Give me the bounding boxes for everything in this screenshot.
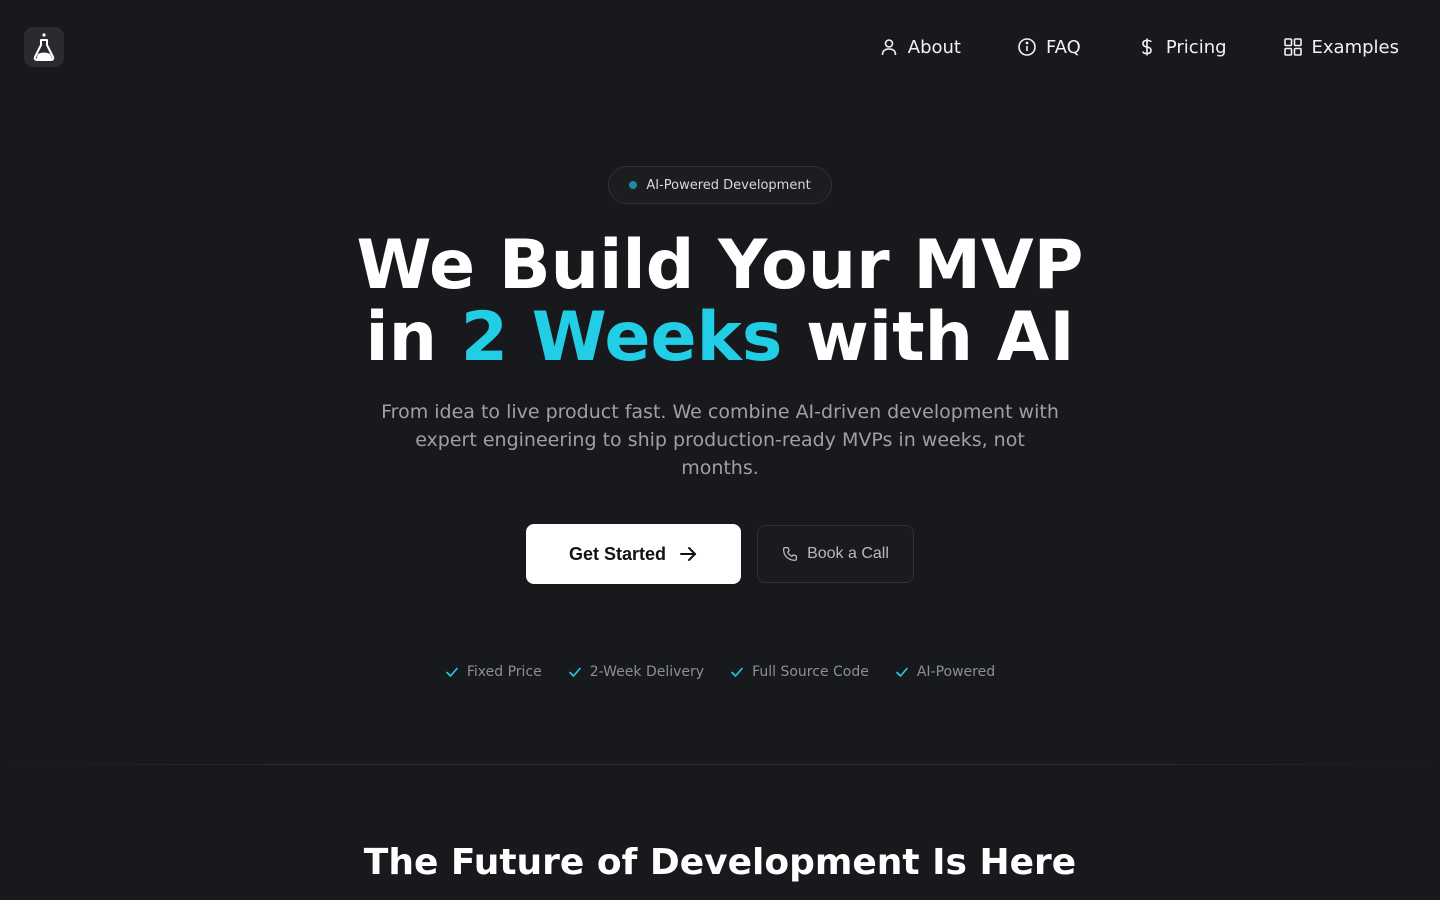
feature-item: 2-Week Delivery (568, 664, 704, 680)
feature-label: Full Source Code (752, 664, 869, 680)
book-call-button[interactable]: Book a Call (757, 525, 914, 583)
check-icon (568, 667, 581, 677)
get-started-label: Get Started (568, 543, 667, 564)
section-divider (0, 764, 1440, 765)
feature-label: AI-Powered (916, 664, 996, 680)
headline-accent: 2 Weeks (460, 298, 783, 377)
hero-section: AI-Powered Development We Build Your MVP… (0, 0, 1440, 680)
headline-rest: with AI (782, 298, 1075, 377)
get-started-button[interactable]: Get Started (526, 524, 741, 584)
phone-icon (783, 546, 798, 562)
feature-item: AI-Powered (895, 664, 995, 680)
headline-line1: We Build Your MVP (356, 226, 1084, 305)
badge-label: AI-Powered Development (646, 177, 811, 193)
check-icon (731, 667, 743, 677)
hero-badge: AI-Powered Development (608, 166, 832, 204)
check-icon (896, 667, 908, 677)
book-call-label: Book a Call (807, 545, 889, 562)
badge-dot (629, 181, 638, 189)
feature-label: Fixed Price (466, 664, 542, 680)
check-icon (446, 667, 458, 677)
feature-list: Fixed Price 2-Week Delivery Full Source … (445, 664, 995, 680)
headline-in: in (365, 298, 461, 377)
hero-subtitle: From idea to live product fast. We combi… (381, 401, 1059, 479)
landing-page: About FAQ Pricing Examples AI-Powered De… (0, 0, 1440, 900)
cta-row: Get Started Book a Call (526, 524, 914, 584)
feature-item: Full Source Code (730, 664, 869, 680)
feature-label: 2-Week Delivery (589, 664, 705, 680)
section-title: The Future of Development Is Here (363, 842, 1077, 883)
hero-headline: We Build Your MVP in 2 Weeks with AI (356, 230, 1083, 374)
feature-item: Fixed Price (445, 664, 542, 680)
arrow-right-icon (680, 547, 697, 561)
